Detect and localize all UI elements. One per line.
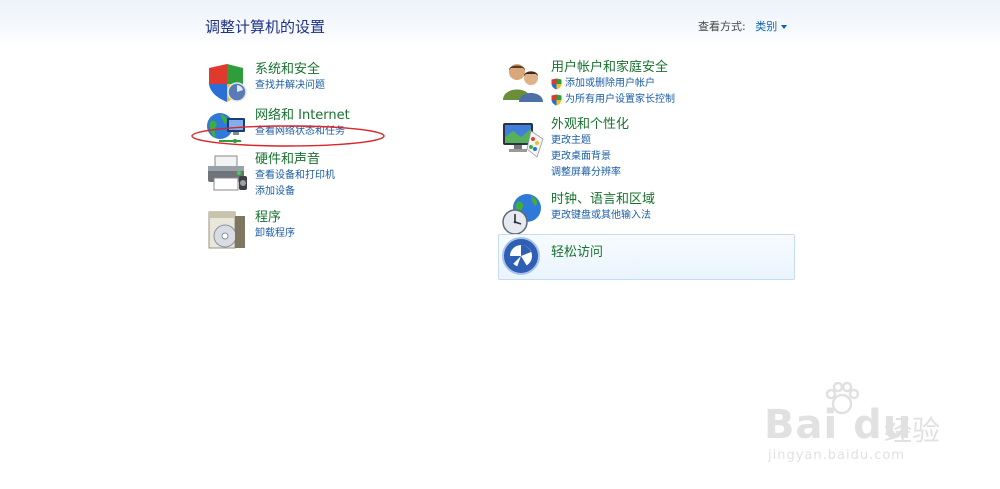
printer-icon[interactable] xyxy=(205,152,249,196)
link-devices-printers[interactable]: 查看设备和打印机 xyxy=(255,168,335,184)
category-title-user-accounts[interactable]: 用户帐户和家庭安全 xyxy=(551,60,675,76)
watermark-cn: 经验 xyxy=(884,414,941,447)
view-by-dropdown[interactable]: 类别 xyxy=(755,20,788,33)
category-title-appearance[interactable]: 外观和个性化 xyxy=(551,117,629,133)
view-by-value[interactable]: 类别 xyxy=(755,20,777,33)
category-title-clock-language-region[interactable]: 时钟、语言和区域 xyxy=(551,192,655,208)
link-add-remove-accounts-label[interactable]: 添加或删除用户帐户 xyxy=(565,78,655,89)
category-system-security: 系统和安全 查找并解决问题 xyxy=(205,62,455,102)
link-uninstall-program[interactable]: 卸载程序 xyxy=(255,226,295,242)
programs-cd-icon[interactable] xyxy=(205,210,249,254)
category-programs: 程序 卸载程序 xyxy=(205,210,455,250)
clock-globe-icon[interactable] xyxy=(501,192,545,236)
category-title-system-security[interactable]: 系统和安全 xyxy=(255,62,325,78)
category-title-ease-of-access[interactable]: 轻松访问 xyxy=(551,245,603,261)
monitor-palette-icon[interactable] xyxy=(501,117,545,161)
link-parental-controls[interactable]: 为所有用户设置家长控制 xyxy=(551,92,675,108)
category-appearance: 外观和个性化 更改主题 更改桌面背景 调整屏幕分辨率 xyxy=(501,117,791,178)
baidu-watermark: Bai du 经验 jingyan.baidu.com xyxy=(764,382,954,472)
link-parental-controls-label[interactable]: 为所有用户设置家长控制 xyxy=(565,94,675,105)
ease-of-access-icon[interactable] xyxy=(501,236,545,280)
view-by-label: 查看方式: xyxy=(698,20,746,33)
users-icon[interactable] xyxy=(501,60,545,104)
category-user-accounts: 用户帐户和家庭安全 添加或删除用户帐户 为所有用户设置家长控制 xyxy=(501,60,791,110)
link-add-device[interactable]: 添加设备 xyxy=(255,184,335,200)
category-ease-of-access: 轻松访问 xyxy=(501,236,791,276)
security-shield-icon[interactable] xyxy=(205,62,249,106)
link-change-input-method[interactable]: 更改键盘或其他输入法 xyxy=(551,208,655,224)
annotation-ellipse xyxy=(191,125,385,147)
category-clock-language-region: 时钟、语言和区域 更改键盘或其他输入法 xyxy=(501,192,791,235)
link-troubleshoot[interactable]: 查找并解决问题 xyxy=(255,78,325,94)
header-band xyxy=(0,0,1000,48)
category-title-hardware-sound[interactable]: 硬件和声音 xyxy=(255,152,335,168)
category-hardware-sound: 硬件和声音 查看设备和打印机 添加设备 xyxy=(205,152,455,200)
page-title: 调整计算机的设置 xyxy=(205,18,326,36)
link-screen-resolution[interactable]: 调整屏幕分辨率 xyxy=(551,165,629,181)
uac-shield-icon xyxy=(551,78,562,90)
category-title-programs[interactable]: 程序 xyxy=(255,210,295,226)
chevron-down-icon[interactable] xyxy=(781,25,788,29)
view-by: 查看方式: 类别 xyxy=(698,18,788,34)
link-change-background[interactable]: 更改桌面背景 xyxy=(551,149,629,165)
watermark-url: jingyan.baidu.com xyxy=(768,448,905,463)
link-change-theme[interactable]: 更改主题 xyxy=(551,133,629,149)
category-title-network-internet[interactable]: 网络和 Internet xyxy=(255,108,350,124)
uac-shield-icon xyxy=(551,94,562,106)
link-add-remove-accounts[interactable]: 添加或删除用户帐户 xyxy=(551,76,675,92)
